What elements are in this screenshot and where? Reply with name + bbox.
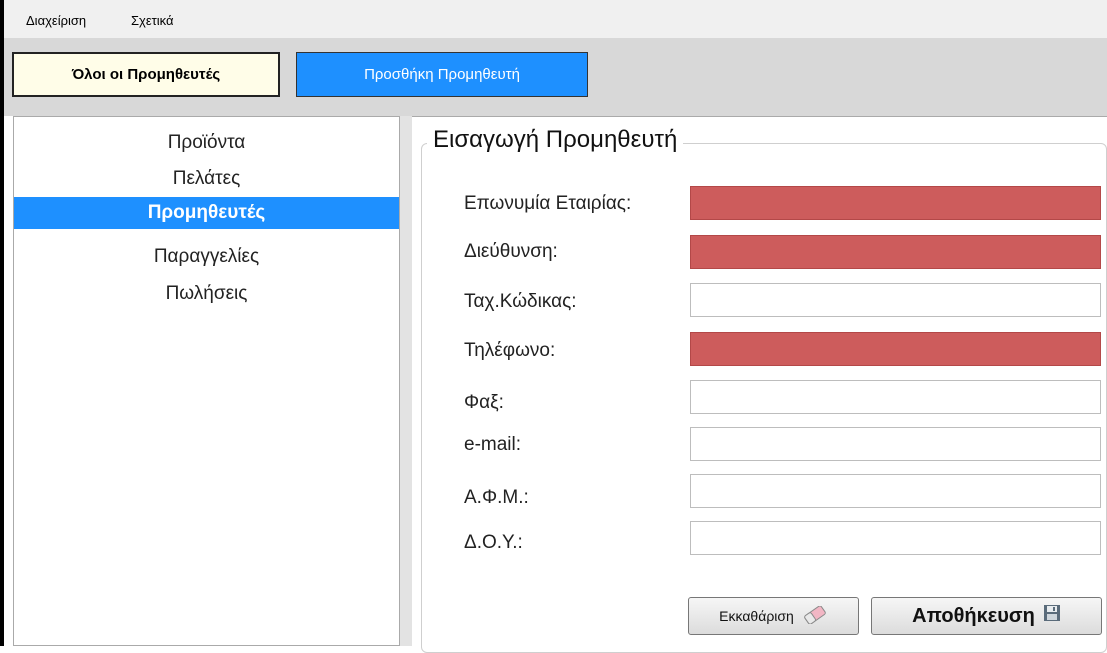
label-email: e-mail:: [464, 434, 522, 455]
floppy-disk-icon: [1043, 604, 1061, 628]
save-button[interactable]: Αποθήκευση: [871, 597, 1102, 635]
form-title: Εισαγωγή Προμηθευτή: [427, 126, 684, 154]
save-button-label: Αποθήκευση: [912, 604, 1035, 627]
company-name-field[interactable]: [690, 186, 1101, 220]
label-address: Διεύθυνση:: [464, 241, 558, 262]
address-field[interactable]: [690, 235, 1101, 269]
clear-button[interactable]: Εκκαθάριση: [688, 597, 859, 635]
label-phone: Τηλέφωνο:: [464, 340, 556, 361]
sidebar-item-suppliers[interactable]: Προμηθευτές: [14, 197, 399, 229]
email-field[interactable]: [690, 427, 1101, 461]
label-company-name: Επωνυμία Εταιρίας:: [464, 193, 632, 214]
menu-item-management[interactable]: Διαχείριση: [26, 13, 86, 28]
label-tax-office: Δ.Ο.Υ.:: [464, 532, 523, 553]
menu-bar: Διαχείριση Σχετικά: [4, 0, 1107, 38]
sidebar-item-sales[interactable]: Πωλήσεις: [14, 278, 399, 310]
sidebar-item-products[interactable]: Προϊόντα: [14, 127, 399, 159]
label-fax: Φαξ:: [464, 392, 504, 413]
phone-field[interactable]: [690, 332, 1101, 366]
eraser-icon: [802, 604, 828, 627]
add-supplier-button[interactable]: Προσθήκη Προμηθευτή: [296, 52, 588, 97]
sidebar-item-customers[interactable]: Πελάτες: [14, 163, 399, 195]
toolbar: Όλοι οι Προμηθευτές Προσθήκη Προμηθευτή: [4, 38, 1107, 116]
label-vat-number: Α.Φ.Μ.:: [464, 487, 529, 508]
tax-office-field[interactable]: [690, 521, 1101, 555]
clear-button-label: Εκκαθάριση: [719, 608, 794, 624]
menu-item-about[interactable]: Σχετικά: [131, 13, 174, 28]
sidebar-nav: Προϊόντα Πελάτες Προμηθευτές Παραγγελίες…: [13, 116, 400, 646]
panel-splitter[interactable]: [400, 116, 412, 646]
label-postal-code: Ταχ.Κώδικας:: [464, 291, 577, 312]
all-suppliers-button[interactable]: Όλοι οι Προμηθευτές: [12, 52, 280, 97]
vat-number-field[interactable]: [690, 474, 1101, 508]
postal-code-field[interactable]: [690, 283, 1101, 317]
sidebar-item-orders[interactable]: Παραγγελίες: [14, 241, 399, 273]
fax-field[interactable]: [690, 380, 1101, 414]
